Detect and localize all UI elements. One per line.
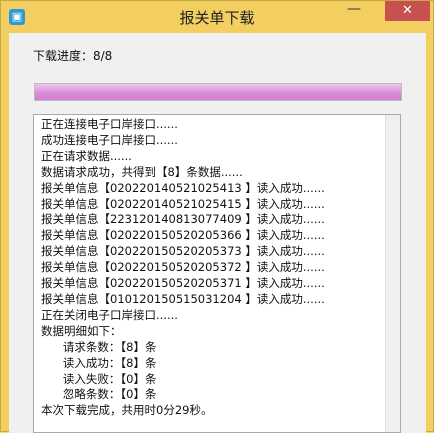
log-line: 正在连接电子口岸接口...... xyxy=(41,117,178,131)
progress-bar xyxy=(34,83,402,101)
log-line: 报关单信息【010120150515031204 】读入成功...... xyxy=(41,291,325,306)
log-line: 报关单信息【020220150520205372 】读入成功...... xyxy=(41,260,325,275)
log-line: 本次下载完成，共用时0分29秒。 xyxy=(41,403,213,418)
log-line: 读入成功：【8】条 xyxy=(41,355,157,370)
log-line: 报关单信息【020220140521025415 】读入成功...... xyxy=(41,196,325,211)
minimize-button[interactable]: — xyxy=(341,1,367,21)
log-textarea[interactable]: 正在连接电子口岸接口...... 成功连接电子口岸接口...... 正在请求数据..… xyxy=(33,114,401,433)
log-line: 请求条数：【8】条 xyxy=(41,339,157,354)
log-line: 成功连接电子口岸接口...... xyxy=(41,132,178,147)
log-line: 正在请求数据...... xyxy=(41,148,132,163)
log-line: 报关单信息【223120140813077409 】读入成功...... xyxy=(41,212,325,227)
window-title: 报关单下载 xyxy=(179,9,255,27)
progress-label: 下载进度：8/8 xyxy=(33,49,113,63)
client-area: 下载进度：8/8 正在连接电子口岸接口...... 成功连接电子口岸接口.....… xyxy=(9,33,426,433)
log-line: 读入失败：【0】条 xyxy=(41,371,157,386)
log-line: 正在关闭电子口岸接口...... xyxy=(41,307,178,322)
log-line: 报关单信息【020220150520205373 】读入成功...... xyxy=(41,244,325,259)
log-line: 数据请求成功，共得到【8】条数据...... xyxy=(41,164,243,179)
log-line: 报关单信息【020220150520205371 】读入成功...... xyxy=(41,276,325,291)
title-bar[interactable]: ▣ 报关单下载 — ✕ xyxy=(1,1,433,33)
log-lines: 正在连接电子口岸接口...... 成功连接电子口岸接口...... 正在请求数据..… xyxy=(41,117,325,419)
log-line: 忽略条数：【0】条 xyxy=(41,387,157,402)
close-button[interactable]: ✕ xyxy=(385,1,430,21)
progress-fill xyxy=(35,84,401,100)
log-line: 报关单信息【020220150520205366 】读入成功...... xyxy=(41,228,325,243)
log-line: 数据明细如下： xyxy=(41,323,122,338)
download-window: ▣ 报关单下载 — ✕ 下载进度：8/8 正在连接电子口岸接口...... 成功连… xyxy=(0,0,434,433)
log-scrollbar[interactable] xyxy=(385,115,400,432)
log-line: 报关单信息【020220140521025413 】读入成功...... xyxy=(41,180,325,195)
